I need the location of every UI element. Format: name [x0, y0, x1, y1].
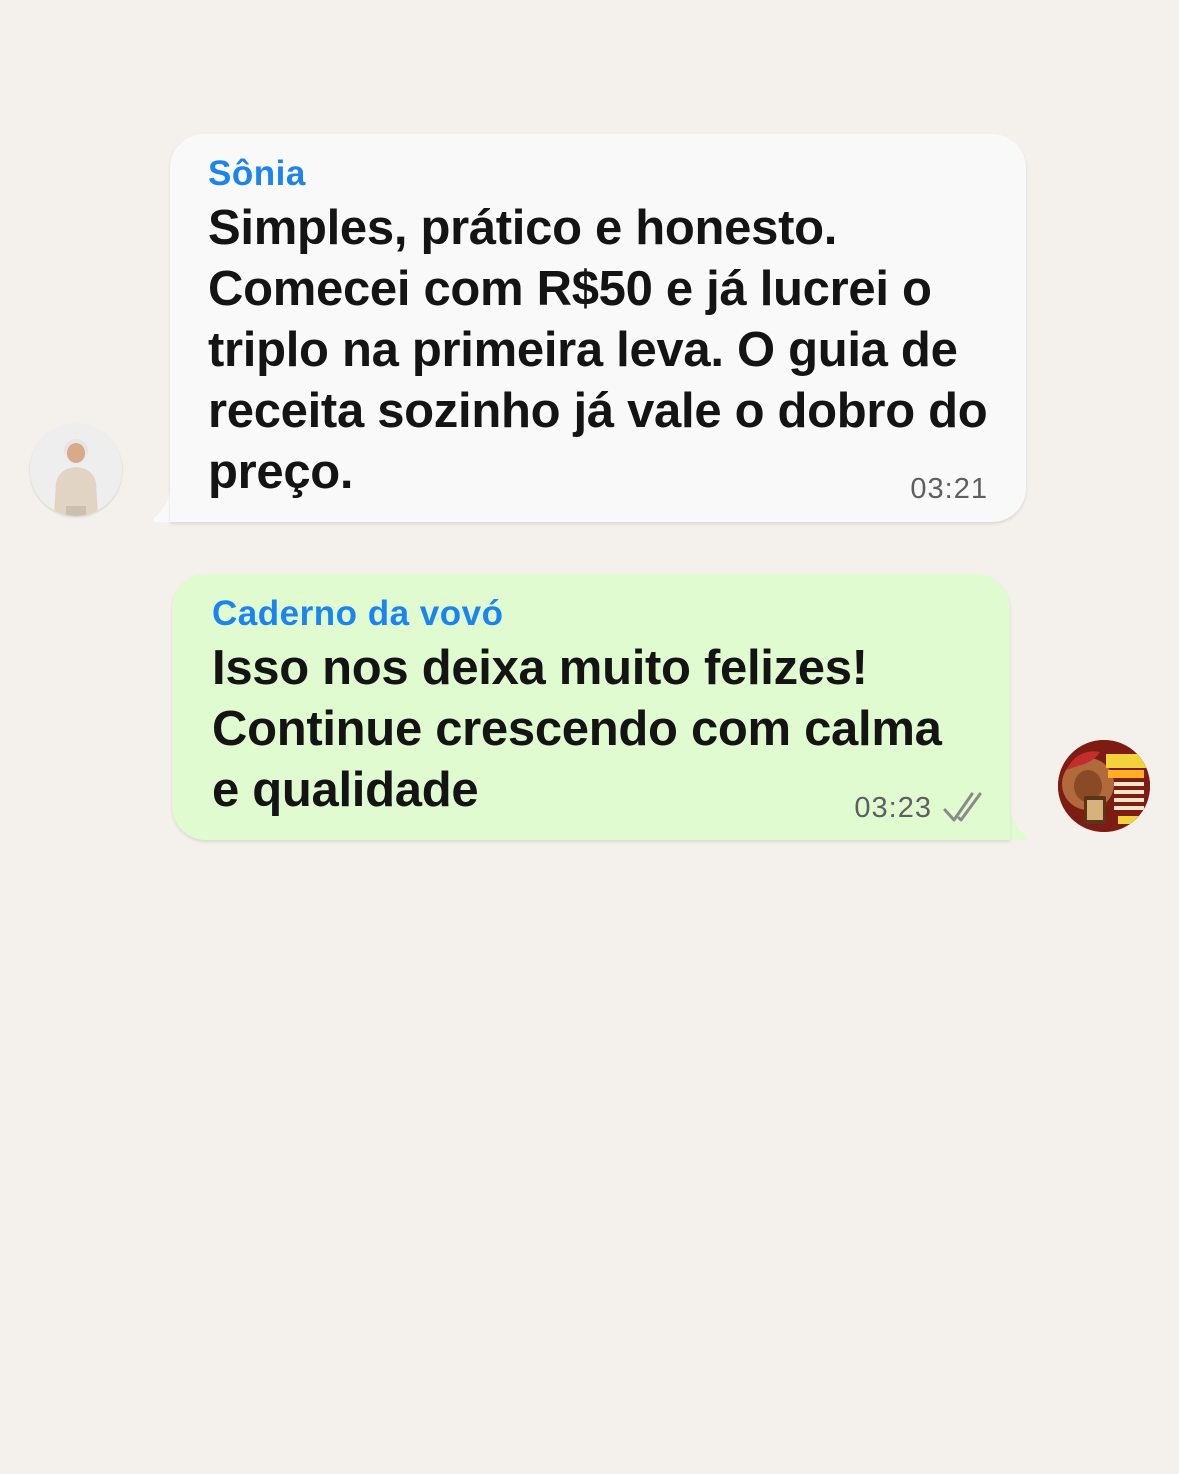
caderno-da-vovo-avatar[interactable]	[1058, 740, 1150, 832]
double-check-read-icon	[943, 792, 982, 822]
message-sender-name: Sônia	[208, 154, 306, 193]
elderly-woman-avatar-icon	[30, 424, 122, 516]
sonia-avatar[interactable]	[30, 424, 122, 516]
chat-conversation: Sônia Simples, prático e honesto. Comece…	[0, 0, 1179, 1474]
incoming-message-bubble[interactable]: Sônia Simples, prático e honesto. Comece…	[170, 134, 1026, 522]
message-timestamp: 03:21	[910, 473, 988, 505]
message-text: Simples, prático e honesto. Comecei com …	[208, 201, 988, 499]
outgoing-message-bubble[interactable]: Caderno da vovó Isso nos deixa muito fel…	[172, 574, 1010, 840]
message-timestamp: 03:23	[854, 792, 932, 824]
caderno-da-vovo-logo-icon	[1058, 740, 1150, 832]
message-sender-name: Caderno da vovó	[212, 594, 504, 633]
